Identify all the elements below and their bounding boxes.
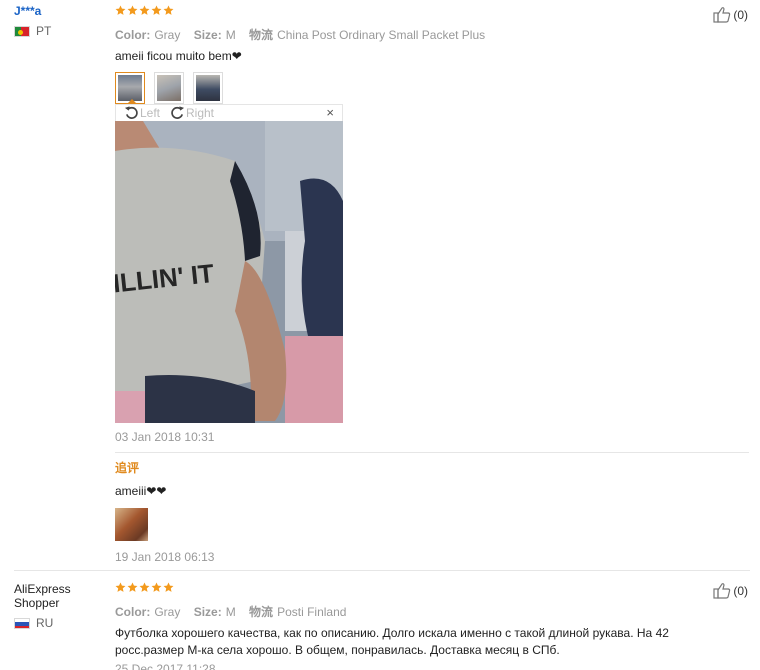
country-code: RU [36, 616, 54, 630]
star-icon [139, 582, 150, 593]
star-icon [163, 582, 174, 593]
review-date: 03 Jan 2018 10:31 [115, 430, 215, 444]
russia-flag-icon [14, 617, 30, 629]
attr-value: M [225, 28, 236, 42]
review-text: ameii ficou muito bem❤ [115, 49, 242, 63]
rotate-left-label: Left [140, 105, 161, 120]
star-rating [115, 582, 735, 596]
attr-key: Size: [193, 28, 222, 42]
star-icon [127, 5, 138, 16]
helpful-count: (0) [733, 7, 748, 22]
followup-image-thumbnails [115, 508, 735, 541]
star-icon [151, 582, 162, 593]
rotate-left-icon [124, 106, 138, 119]
attr-value: Gray [154, 28, 181, 42]
star-rating [115, 5, 735, 19]
order-attributes: Color: Gray Size: M 物流 China Post Ordinary … [115, 26, 735, 43]
followup-label: 追评 [115, 461, 140, 475]
image-viewer-toolbar: Left Right × [115, 104, 343, 121]
helpful-count: (0) [733, 583, 748, 598]
star-icon [163, 5, 174, 16]
attr-value: Posti Finland [277, 605, 347, 619]
review-text: Футболка хорошего качества, как по описа… [115, 626, 669, 657]
rotate-right-button[interactable]: Right [170, 105, 214, 120]
followup-review: 追评 ameiii❤❤ 19 Jan 2018 06:13 [115, 459, 735, 564]
review-item: J***a PT (0) Color: Gray Size: M 物流 China P… [0, 0, 760, 570]
attr-key: Color: [115, 605, 151, 619]
attr-key: 物流 [249, 28, 274, 42]
attr-key: Color: [115, 28, 151, 42]
followup-date: 19 Jan 2018 06:13 [115, 550, 215, 564]
review-image-thumb[interactable] [193, 72, 223, 104]
reviewer-info: J***a PT [14, 4, 104, 38]
divider [115, 452, 749, 453]
attr-value: M [225, 605, 236, 619]
review-content: Color: Gray Size: M 物流 China Post Ordinary … [115, 5, 735, 104]
order-attributes: Color: Gray Size: M 物流 Posti Finland [115, 603, 735, 620]
review-date-row: 03 Jan 2018 10:31 [115, 430, 735, 444]
review-photo: ILLIN' IT [115, 121, 343, 423]
star-icon [151, 5, 162, 16]
attr-value: China Post Ordinary Small Packet Plus [277, 28, 486, 42]
close-icon[interactable]: × [326, 106, 334, 120]
star-icon [115, 582, 126, 593]
portugal-flag-icon [14, 25, 30, 37]
reviewer-country: PT [14, 24, 104, 38]
attr-key: 物流 [249, 605, 274, 619]
review-divider [14, 570, 750, 571]
review-item: AliExpress Shopper RU (0) Color: Gray Siz… [0, 572, 760, 670]
review-image-large: ILLIN' IT [115, 121, 343, 423]
star-icon [115, 5, 126, 16]
country-code: PT [36, 24, 52, 38]
review-content: Color: Gray Size: M 物流 Posti Finland Футбол… [115, 582, 735, 670]
attr-key: Size: [193, 605, 222, 619]
rotate-right-label: Right [186, 105, 215, 120]
attr-value: Gray [154, 605, 181, 619]
review-image-thumb[interactable] [154, 72, 184, 104]
star-icon [139, 5, 150, 16]
rotate-right-icon [171, 106, 185, 119]
rotate-left-button[interactable]: Left [124, 105, 160, 120]
review-date: 25 Dec 2017 11:28 [115, 662, 216, 670]
reviewer-name[interactable]: AliExpress Shopper [14, 582, 104, 610]
reviewer-info: AliExpress Shopper RU [14, 582, 104, 630]
followup-image-thumb[interactable] [115, 508, 148, 541]
review-image-thumbnails [115, 72, 735, 104]
star-icon [127, 582, 138, 593]
reviewer-name[interactable]: J***a [14, 4, 104, 18]
reviewer-country: RU [14, 616, 104, 630]
followup-text: ameiii❤❤ [115, 484, 167, 498]
